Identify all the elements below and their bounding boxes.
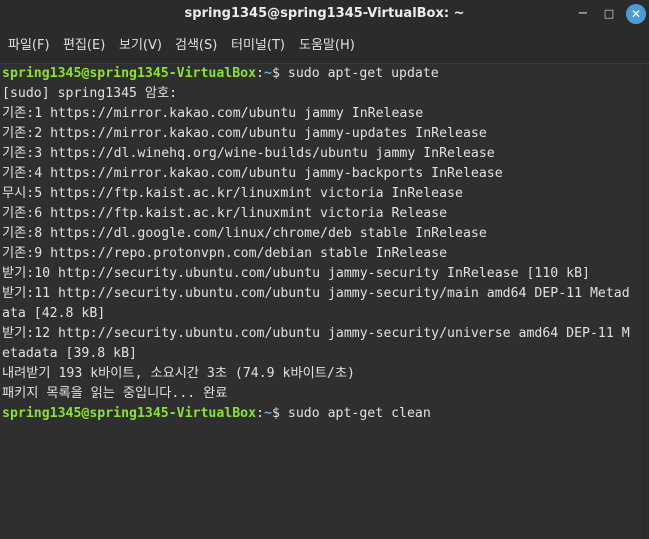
prompt-user: spring1345@spring1345-VirtualBox xyxy=(2,66,257,81)
output-line: 패키지 목록을 읽는 중입니다... 완료 xyxy=(2,386,228,401)
menu-edit[interactable]: 편집(E) xyxy=(63,28,105,63)
prompt-line: spring1345@spring1345-VirtualBox:~$ sudo… xyxy=(2,404,431,424)
output-line: 기존:3 https://dl.winehq.org/wine-builds/u… xyxy=(2,146,495,161)
prompt-user: spring1345@spring1345-VirtualBox xyxy=(2,406,257,421)
terminal-area[interactable]: spring1345@spring1345-VirtualBox:~$ sudo… xyxy=(0,64,641,539)
close-icon[interactable]: ✕ xyxy=(626,4,646,24)
output-line: 기존:2 https://mirror.kakao.com/ubuntu jam… xyxy=(2,126,487,141)
window-title: spring1345@spring1345-VirtualBox: ~ xyxy=(184,6,465,21)
prompt-path: ~ xyxy=(264,406,272,421)
minimize-icon[interactable]: − xyxy=(573,4,593,24)
terminal-scrollbar[interactable] xyxy=(641,64,649,539)
command-text: sudo apt-get clean xyxy=(287,406,431,421)
output-line: 받기:12 http://security.ubuntu.com/ubuntu … xyxy=(2,326,630,341)
menu-help[interactable]: 도움말(H) xyxy=(299,28,355,63)
title-bar[interactable]: spring1345@spring1345-VirtualBox: ~ − □ … xyxy=(0,0,649,28)
output-line: ata [42.8 kB] xyxy=(2,306,106,321)
prompt-line: spring1345@spring1345-VirtualBox:~$ sudo… xyxy=(2,64,439,84)
prompt-separator: : xyxy=(256,66,265,81)
output-line: 기존:4 https://mirror.kakao.com/ubuntu jam… xyxy=(2,166,503,181)
menu-search[interactable]: 검색(S) xyxy=(175,28,217,63)
menu-terminal[interactable]: 터미널(T) xyxy=(231,28,285,63)
maximize-icon[interactable]: □ xyxy=(599,4,619,24)
output-line: 받기:11 http://security.ubuntu.com/ubuntu … xyxy=(2,286,630,301)
output-line: 내려받기 193 k바이트, 소요시간 3초 (74.9 k바이트/초) xyxy=(2,366,355,381)
command-text: sudo apt-get update xyxy=(287,66,439,81)
output-line: 받기:10 http://security.ubuntu.com/ubuntu … xyxy=(2,266,590,281)
output-line: 기존:9 https://repo.protonvpn.com/debian s… xyxy=(2,246,448,261)
output-line: 무시:5 https://ftp.kaist.ac.kr/linuxmint v… xyxy=(2,186,463,201)
output-line: 기존:1 https://mirror.kakao.com/ubuntu jam… xyxy=(2,106,424,121)
menu-file[interactable]: 파일(F) xyxy=(8,28,50,63)
prompt-symbol: $ xyxy=(271,66,288,81)
menu-view[interactable]: 보기(V) xyxy=(119,28,162,63)
prompt-separator: : xyxy=(256,406,265,421)
output-line: [sudo] spring1345 암호: xyxy=(2,86,178,101)
prompt-symbol: $ xyxy=(271,406,288,421)
output-line: etadata [39.8 kB] xyxy=(2,346,137,361)
menu-bar: 파일(F) 편집(E) 보기(V) 검색(S) 터미널(T) 도움말(H) xyxy=(0,28,649,64)
output-line: 기존:6 https://ftp.kaist.ac.kr/linuxmint v… xyxy=(2,206,448,221)
output-line: 기존:8 https://dl.google.com/linux/chrome/… xyxy=(2,226,487,241)
prompt-path: ~ xyxy=(264,66,272,81)
